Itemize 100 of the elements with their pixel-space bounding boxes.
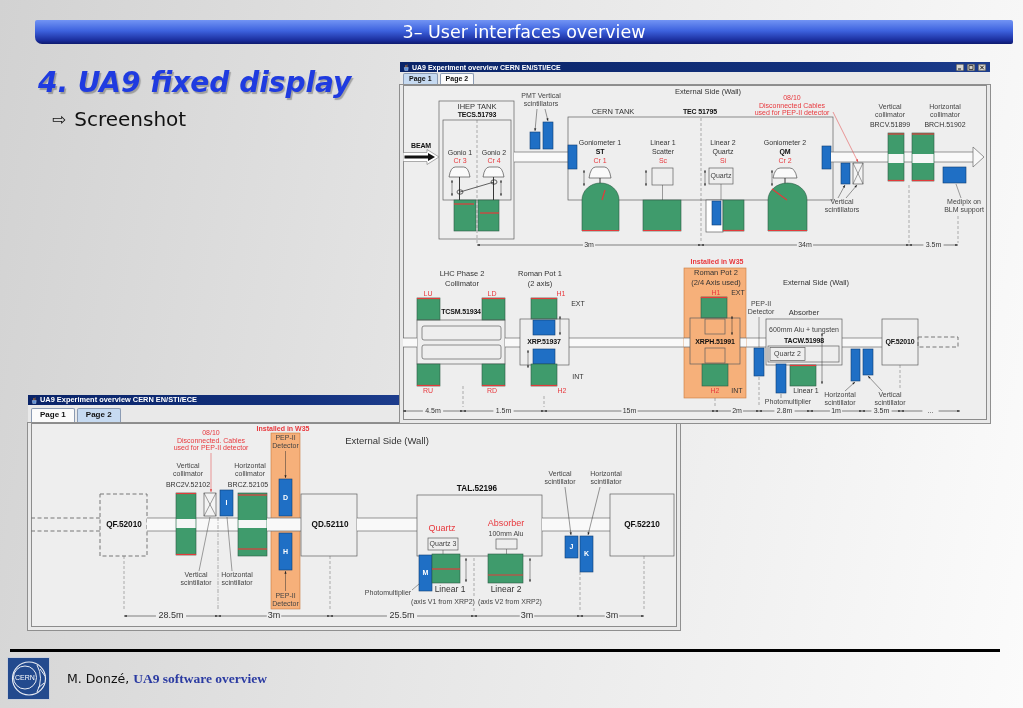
holder-stem (720, 183, 722, 201)
detector-block (278, 532, 293, 571)
collimator-jaw (416, 297, 441, 321)
crossed-detector (203, 492, 217, 517)
range-arrow (704, 169, 706, 187)
dimension-label: 3m (605, 611, 619, 621)
photomultiplier-block (775, 363, 787, 394)
beam-pipe (513, 151, 569, 163)
pot-window (704, 318, 726, 335)
element-label: Linear 1 (434, 585, 466, 595)
device-name: TAL.52196 (456, 484, 498, 494)
sample-holder (708, 167, 734, 185)
reference-line (899, 364, 901, 389)
detector-block (753, 347, 765, 377)
header-title: 3– User interfaces overview (402, 22, 646, 42)
magnet-outline (881, 318, 919, 366)
tab[interactable]: Page 2 (76, 408, 121, 422)
range-arrow (500, 179, 502, 197)
pointer-arrow (832, 111, 859, 163)
tab[interactable]: Page 1 (31, 408, 75, 422)
beam-arrow (403, 149, 440, 165)
app-icon (403, 63, 410, 71)
beam-pipe (504, 337, 521, 348)
reference-line (123, 555, 125, 611)
crystal-label: Quartz (428, 524, 456, 534)
stage-block (722, 199, 745, 232)
device-name: QF.52010 (106, 520, 142, 530)
collimator-jaw (481, 363, 506, 387)
goniometer-head (448, 166, 471, 201)
range-arrow (465, 557, 467, 583)
collimator-block (175, 492, 197, 556)
stage-block (477, 199, 500, 232)
dimension-label: 28.5m (158, 611, 184, 621)
linkage-drawing (456, 179, 498, 195)
bullet-marker: ⇨ (52, 108, 67, 131)
maximize-icon[interactable] (967, 63, 975, 71)
stage-block (642, 199, 682, 232)
crystal-label: Absorber (487, 519, 525, 529)
beam-pipe (541, 517, 611, 532)
scintillator-block (219, 489, 234, 517)
medipix-block (532, 319, 556, 336)
detector-block (711, 200, 722, 226)
reference-line (758, 376, 760, 408)
collimator-block (887, 132, 905, 182)
close-icon[interactable] (978, 63, 986, 71)
dimension-label: 3m (267, 611, 281, 621)
beam-pipe (841, 337, 883, 348)
scintillator-block (850, 348, 861, 382)
linear-stage-block (487, 553, 524, 584)
medipix-block (942, 166, 967, 184)
pointer-arrow (544, 108, 549, 122)
reference-line (714, 397, 716, 408)
roman-pot-block (530, 297, 558, 320)
goniometer-head (482, 166, 505, 201)
roman-pot-block (700, 296, 728, 319)
holder-stem (662, 184, 663, 201)
minimize-icon[interactable] (956, 63, 964, 71)
beam-pipe (356, 517, 418, 532)
reference-line (473, 557, 475, 597)
magnet-outline (99, 493, 148, 557)
scintillator-block (840, 162, 851, 185)
reference-line (643, 555, 645, 611)
goniometer-stage (581, 182, 620, 232)
range-arrow (451, 179, 453, 197)
reference-line (473, 607, 475, 612)
reference-line (329, 555, 331, 611)
range-arrow (771, 169, 773, 187)
device-name: QD.52110 (311, 520, 349, 530)
linear-stage-block (431, 553, 461, 584)
reference-line (543, 395, 545, 408)
crossed-detector (852, 162, 864, 185)
dashed-pipe (31, 517, 101, 532)
magnet-outline (300, 493, 358, 557)
collimator-jaw (416, 363, 441, 387)
holder-stem (506, 548, 507, 555)
footer-text: M. Donzé, UA9 software overview (67, 670, 268, 687)
reference-line (579, 571, 581, 611)
quartz-box (769, 347, 806, 361)
scintillator-block (862, 348, 874, 376)
roman-pot-block (530, 363, 558, 387)
range-arrow (731, 315, 733, 336)
stage-block (453, 199, 477, 232)
pointer-arrow (844, 381, 856, 392)
device-name: QF.52210 (624, 520, 660, 530)
pointer-arrow (587, 486, 601, 536)
dimension-label: 25.5m (389, 611, 415, 621)
beam-pipe (146, 517, 177, 532)
beam-pipe (266, 517, 302, 532)
range-arrow (645, 169, 647, 187)
dashed-pipe (917, 336, 959, 348)
pointer-arrow (534, 108, 538, 132)
pot-window (704, 347, 726, 364)
section-label: External Side (Wall) (345, 435, 429, 447)
magnet-outline (609, 493, 675, 557)
reference-line (908, 184, 910, 244)
range-arrow (559, 315, 561, 336)
element-label: Linear 2 (490, 585, 522, 595)
slide-title: 4. UA9 fixed display (38, 65, 352, 101)
reference-line (957, 215, 959, 244)
detector-block (567, 144, 578, 170)
